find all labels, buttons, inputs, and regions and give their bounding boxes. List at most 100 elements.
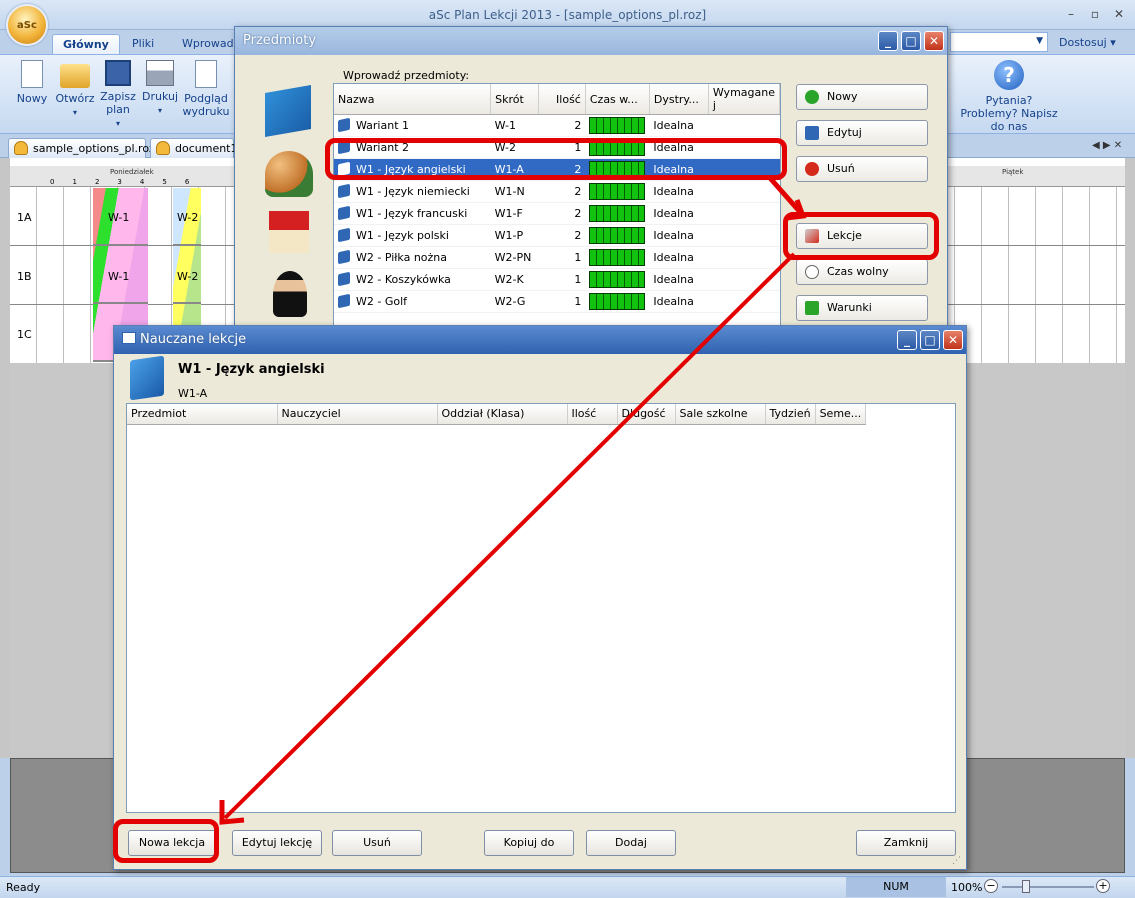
col-semestr[interactable]: Seme... (815, 404, 867, 425)
printer-icon (146, 60, 174, 86)
zoom-level: 100% (951, 881, 983, 894)
save-plan-button[interactable]: Zapisz plan▾ (98, 60, 138, 130)
ribbon-tab-wprowadz[interactable]: Wprowad (172, 34, 244, 55)
classrooms-icon[interactable] (269, 211, 309, 253)
minimize-icon[interactable]: – (1060, 6, 1082, 24)
maximize-icon[interactable]: □ (920, 330, 940, 350)
col-nazwa[interactable]: Nazwa (334, 84, 492, 115)
close-icon[interactable]: ✕ (943, 330, 963, 350)
app-menu-orb[interactable]: aSc (6, 4, 48, 46)
col-tydzien[interactable]: Tydzień (765, 404, 816, 425)
conditions-button[interactable]: Warunki (796, 295, 928, 321)
minus-icon (805, 162, 819, 176)
restore-icon[interactable]: ▫ (1084, 6, 1106, 24)
lessons-list[interactable]: Przedmiot Nauczyciel Oddział (Klasa) Ilo… (126, 403, 956, 813)
time-grid-icon (589, 183, 646, 200)
table-row[interactable]: W1 - Język niemiecki W1-N 2 Idealna (334, 180, 780, 203)
col-dystrybucja[interactable]: Dystry... (649, 84, 709, 115)
col-dlugosc[interactable]: Długość (617, 404, 676, 425)
close-icon[interactable]: ✕ (924, 31, 944, 51)
minimize-icon[interactable]: _ (878, 31, 898, 51)
przedmioty-title-bar: Przedmioty (235, 27, 947, 55)
minimize-icon[interactable]: _ (897, 330, 917, 350)
subjects-icon[interactable] (265, 84, 311, 138)
teachers-icon[interactable] (265, 151, 313, 197)
col-sale[interactable]: Sale szkolne (675, 404, 766, 425)
zoom-out-icon[interactable]: − (984, 879, 998, 893)
bell-icon (156, 141, 170, 155)
book-icon (338, 205, 350, 221)
col-nauczyciel[interactable]: Nauczyciel (277, 404, 438, 425)
subjects-prompt: Wprowadź przedmioty: (343, 69, 470, 82)
nauczane-title: Nauczane lekcje (140, 332, 247, 347)
edit-lesson-button[interactable]: Edytuj lekcję (232, 830, 322, 856)
zoom-thumb[interactable] (1022, 880, 1030, 893)
print-preview-icon (195, 60, 217, 88)
col-przedmiot[interactable]: Przedmiot (127, 404, 278, 425)
question-icon: ? (994, 60, 1024, 90)
open-button[interactable]: Otwórz ▾ (54, 60, 96, 119)
lesson-label: W-1 (108, 211, 130, 224)
table-row[interactable]: W2 - Golf W2-G 1 Idealna (334, 290, 780, 313)
close-button[interactable]: Zamknij (856, 830, 956, 856)
close-icon[interactable]: ✕ (1108, 6, 1130, 24)
print-button[interactable]: Drukuj ▾ (140, 60, 180, 117)
zoom-in-icon[interactable]: + (1096, 879, 1110, 893)
new-subject-button[interactable]: Nowy (796, 84, 928, 110)
customize-menu[interactable]: Dostosuj ▾ (1059, 36, 1116, 49)
table-row[interactable]: W1 - Język francuski W1-F 2 Idealna (334, 202, 780, 225)
resize-grip-icon[interactable]: ⋰ (952, 856, 961, 866)
class-1a: 1A (17, 211, 32, 224)
copy-to-button[interactable]: Kopiuj do (484, 830, 574, 856)
status-num: NUM (846, 877, 946, 897)
doc-tab-sample[interactable]: sample_options_pl.roz (8, 138, 155, 158)
subjects-list[interactable]: Nazwa Skrót Ilość Czas w... Dystry... Wy… (333, 83, 781, 345)
add-button[interactable]: Dodaj (586, 830, 676, 856)
col-ilosc[interactable]: Ilość (538, 84, 586, 115)
book-icon (338, 117, 350, 133)
zoom-track (1002, 886, 1094, 888)
print-preview-button[interactable]: Podgląd wydruku (182, 60, 230, 118)
maximize-icon[interactable]: □ (901, 31, 921, 51)
highlight-lessons-button (783, 212, 939, 260)
doc-tab-document1[interactable]: document1 (150, 138, 238, 158)
time-grid-icon (589, 293, 646, 310)
tab-scroll-icons[interactable]: ◀ ▶ ✕ (1092, 140, 1122, 151)
free-time-button[interactable]: Czas wolny (796, 259, 928, 285)
col-czas[interactable]: Czas w... (585, 84, 650, 115)
highlight-new-lesson-button (113, 819, 219, 863)
highlight-selected-row (325, 138, 787, 180)
delete-lesson-button[interactable]: Usuń (332, 830, 422, 856)
floppy-disk-icon (105, 60, 131, 86)
help-button[interactable]: ? Pytania? Problemy? Napisz do nas (956, 60, 1062, 133)
ribbon-tab-pliki[interactable]: Pliki (122, 34, 164, 55)
new-button[interactable]: Nowy (14, 60, 50, 105)
time-grid-icon (589, 205, 646, 222)
table-row[interactable]: W1 - Język polski W1-P 2 Idealna (334, 224, 780, 247)
edit-subject-button[interactable]: Edytuj (796, 120, 928, 146)
table-row[interactable]: W2 - Piłka nożna W2-PN 1 Idealna (334, 246, 780, 269)
subject-book-icon (130, 355, 164, 401)
search-dropdown[interactable]: ▼ (950, 32, 1048, 52)
day-monday: Poniedziałek (110, 168, 154, 176)
book-icon (338, 293, 350, 309)
app-title: aSc Plan Lekcji 2013 - [sample_options_p… (428, 8, 707, 22)
przedmioty-window: Przedmioty _ □ ✕ Wprowadź przedmioty: Na… (234, 26, 948, 346)
table-row[interactable]: W2 - Koszykówka W2-K 1 Idealna (334, 268, 780, 291)
ribbon-tab-glowny[interactable]: Główny (52, 34, 120, 55)
graduate-icon[interactable] (273, 271, 307, 317)
col-oddzial[interactable]: Oddział (Klasa) (437, 404, 568, 425)
time-grid-icon (589, 117, 646, 134)
chevron-down-icon: ▼ (1036, 36, 1043, 46)
table-row[interactable]: Wariant 1 W-1 2 Idealna (334, 114, 780, 137)
lesson-label: W-2 (177, 211, 199, 224)
book-icon (338, 183, 350, 199)
col-wymagane[interactable]: Wymagane j (708, 84, 780, 115)
time-grid-icon (589, 271, 646, 288)
col-ilosc[interactable]: Ilość (567, 404, 618, 425)
zoom-slider[interactable]: − + (984, 879, 1114, 895)
subject-short: W1-A (178, 387, 208, 400)
nauczane-lekcje-window: Nauczane lekcje _ □ ✕ W1 - Język angiels… (113, 325, 967, 870)
delete-subject-button[interactable]: Usuń (796, 156, 928, 182)
col-skrot[interactable]: Skrót (490, 84, 539, 115)
